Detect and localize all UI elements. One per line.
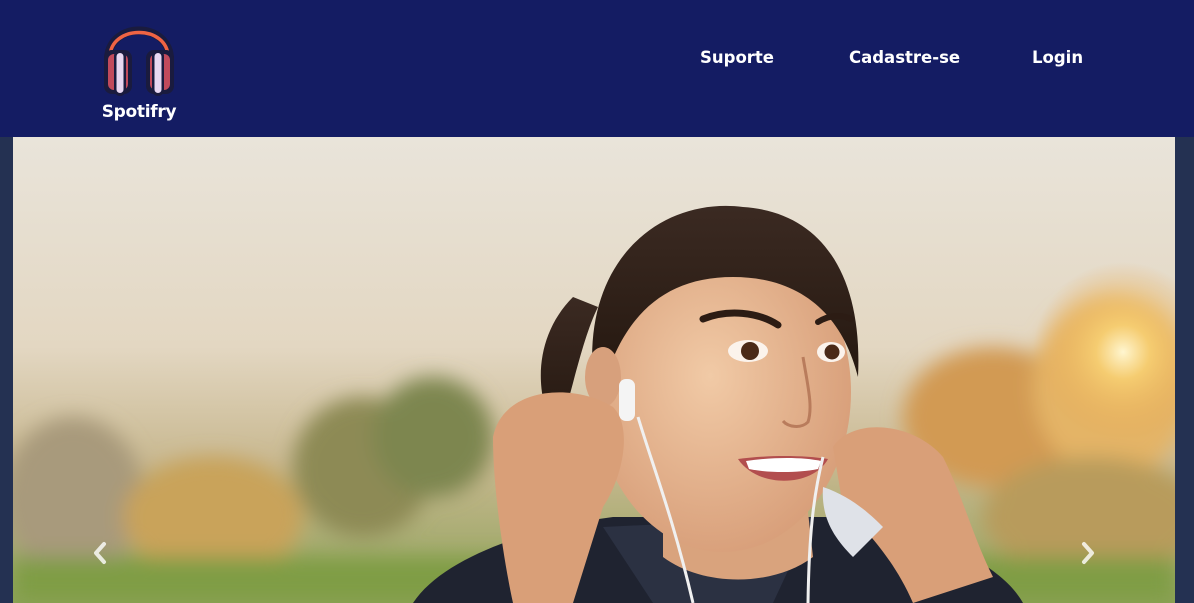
top-navbar: Spotifry Suporte Cadastre-se Login — [0, 0, 1194, 137]
chevron-left-icon — [94, 542, 106, 564]
hero-photo — [13, 137, 1175, 603]
carousel-prev-button[interactable] — [85, 535, 115, 571]
carousel-next-button[interactable] — [1073, 535, 1103, 571]
brand-logo-link[interactable]: Spotifry — [96, 8, 182, 124]
nav-link-suporte[interactable]: Suporte — [700, 48, 774, 67]
nav-link-login[interactable]: Login — [1032, 48, 1083, 67]
brand-name: Spotifry — [101, 102, 177, 122]
headphones-icon — [103, 26, 175, 96]
chevron-right-icon — [1082, 542, 1094, 564]
hero-carousel — [13, 137, 1175, 603]
nav-link-cadastre-se[interactable]: Cadastre-se — [849, 48, 960, 67]
